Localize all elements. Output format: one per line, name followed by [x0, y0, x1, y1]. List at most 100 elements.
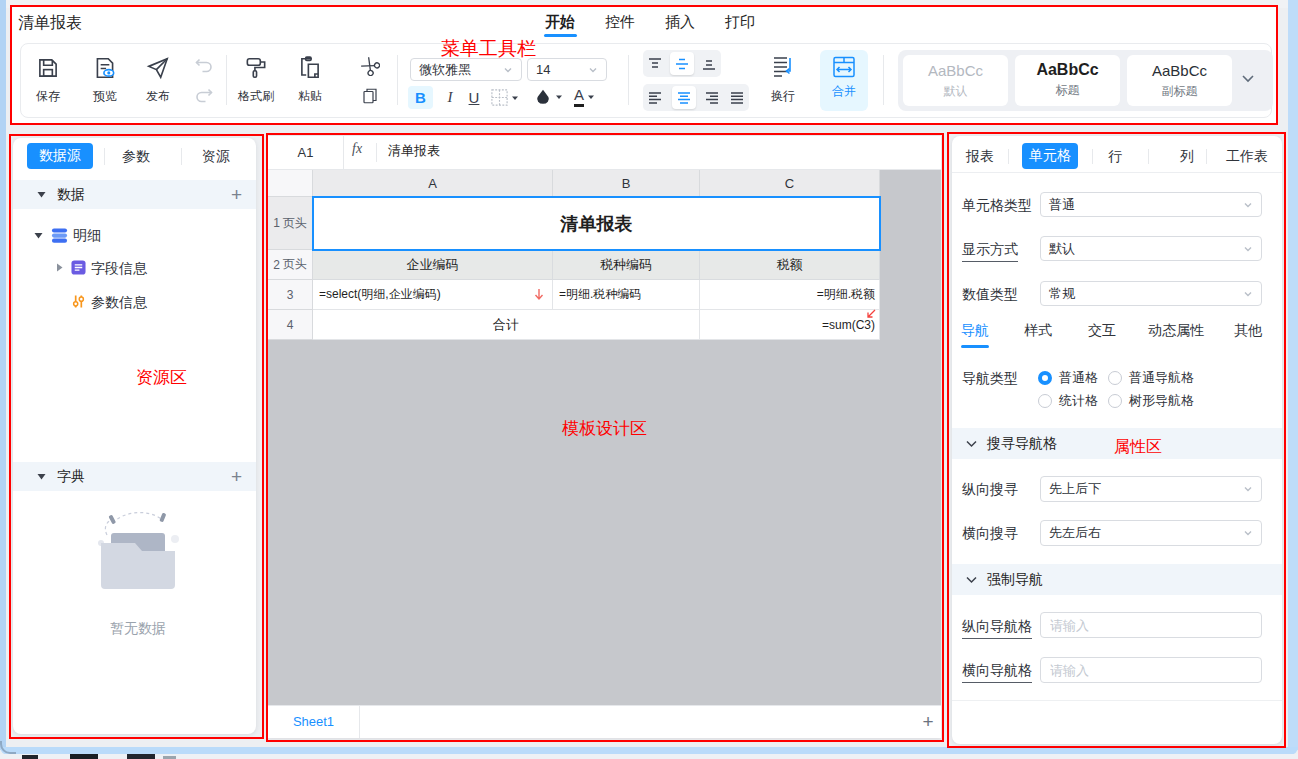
radio-normal-nav-cell[interactable]: 普通导航格	[1108, 369, 1194, 387]
valign-bottom-icon[interactable]	[701, 56, 717, 72]
bold-button[interactable]: B	[408, 86, 433, 109]
cut-button[interactable]	[360, 56, 380, 80]
halign-center-selected[interactable]	[672, 86, 696, 109]
format-painter-button[interactable]: 格式刷	[233, 55, 279, 105]
format-painter-icon	[243, 55, 269, 81]
subtab-nav[interactable]: 导航	[961, 322, 989, 340]
valign-middle-selected[interactable]	[670, 52, 694, 75]
display-mode-select[interactable]: 默认	[1040, 236, 1262, 261]
cell-c2[interactable]: 税额	[700, 250, 880, 280]
tab-insert[interactable]: 插入	[665, 13, 695, 32]
caret-down-icon	[511, 94, 519, 102]
tree-node-field-info[interactable]: 字段信息	[0, 256, 256, 280]
save-button[interactable]: 保存	[26, 55, 70, 105]
copy-icon	[361, 86, 379, 106]
undo-button[interactable]	[194, 57, 214, 79]
wrap-button[interactable]: 换行	[761, 53, 805, 105]
col-header-a[interactable]: A	[313, 170, 553, 197]
copy-button[interactable]	[361, 86, 379, 110]
cell-type-select[interactable]: 普通	[1040, 192, 1262, 217]
radio-off-icon	[1108, 371, 1122, 385]
style-title[interactable]: AaBbCc 标题	[1015, 55, 1120, 106]
subtab-style[interactable]: 样式	[1024, 322, 1052, 340]
caret-down-icon	[587, 93, 595, 101]
subtab-dynamic[interactable]: 动态属性	[1148, 322, 1204, 340]
add-sheet-button[interactable]: +	[915, 705, 941, 738]
value-type-select[interactable]: 常规	[1040, 281, 1262, 306]
right-tab-cell[interactable]: 单元格	[1022, 143, 1078, 169]
font-size-select[interactable]: 14	[527, 58, 607, 81]
formula-separator	[376, 143, 377, 162]
name-box[interactable]: A1	[268, 136, 344, 169]
grid-corner[interactable]	[268, 170, 313, 197]
tree-node-detail[interactable]: 明细	[0, 224, 256, 248]
subtab-interact[interactable]: 交互	[1088, 322, 1116, 340]
sheet-tab[interactable]: Sheet1	[268, 705, 360, 738]
paste-button[interactable]: 粘贴	[288, 55, 332, 105]
valign-top-icon[interactable]	[647, 56, 663, 72]
radio-tree-nav-cell[interactable]: 树形导航格	[1108, 392, 1194, 410]
cell-a4[interactable]: 合计	[313, 310, 700, 340]
radio-stat-cell[interactable]: 统计格	[1038, 392, 1098, 410]
cell-a2[interactable]: 企业编码	[313, 250, 553, 280]
style-subtitle-sample: AaBbCc	[1127, 62, 1232, 79]
style-subtitle[interactable]: AaBbCc 副标题	[1127, 55, 1232, 106]
border-button[interactable]	[490, 88, 519, 107]
fill-color-button[interactable]	[534, 88, 563, 106]
publish-button[interactable]: 发布	[136, 55, 180, 105]
chevron-down-icon	[1243, 200, 1253, 210]
halign-justify-icon[interactable]	[729, 90, 745, 106]
tab-print[interactable]: 打印	[725, 13, 755, 32]
formula-input[interactable]: 清单报表	[388, 142, 440, 160]
cell-c4[interactable]: =sum(C3)	[700, 310, 880, 340]
tab-home[interactable]: 开始	[545, 13, 575, 32]
redo-button[interactable]	[194, 87, 214, 109]
left-tab-datasource[interactable]: 数据源	[27, 143, 93, 169]
right-tab-col[interactable]: 列	[1180, 148, 1194, 166]
row-header-4[interactable]: 4	[268, 310, 313, 340]
cell-b3[interactable]: =明细.税种编码	[553, 280, 700, 310]
col-header-b[interactable]: B	[553, 170, 700, 197]
valign-group	[643, 50, 721, 77]
row-header-3[interactable]: 3	[268, 280, 313, 310]
cell-a3[interactable]: =select(明细,企业编码)	[313, 280, 553, 310]
add-data-button[interactable]: +	[231, 185, 242, 204]
subtab-other[interactable]: 其他	[1234, 322, 1262, 340]
field-direction-down-icon	[534, 288, 544, 301]
row-header-1[interactable]: 1页头	[268, 197, 313, 250]
right-tab-report[interactable]: 报表	[966, 148, 994, 166]
left-tab-params[interactable]: 参数	[122, 148, 150, 166]
style-gallery-expand-button[interactable]	[1240, 72, 1256, 86]
col-header-c[interactable]: C	[700, 170, 880, 197]
data-section-header[interactable]: 数据 +	[13, 180, 256, 209]
force-nav-section-header[interactable]: 强制导航	[952, 564, 1282, 595]
right-tab-row[interactable]: 行	[1108, 148, 1122, 166]
tree-node-param-info-label: 参数信息	[91, 294, 147, 312]
data-section-title: 数据	[57, 186, 85, 204]
radio-normal-cell[interactable]: 普通格	[1038, 369, 1098, 387]
italic-button[interactable]: I	[439, 86, 461, 109]
left-tab-resources[interactable]: 资源	[202, 148, 230, 166]
ribbon-separator-4	[883, 55, 884, 105]
row-header-2[interactable]: 2页头	[268, 250, 313, 280]
halign-left-icon[interactable]	[647, 90, 663, 106]
tab-widgets[interactable]: 控件	[605, 13, 635, 32]
underline-button[interactable]: U	[463, 86, 485, 109]
v-search-select[interactable]: 先上后下	[1040, 476, 1262, 502]
cell-b2[interactable]: 税种编码	[553, 250, 700, 280]
preview-button[interactable]: 预览	[83, 55, 127, 105]
cell-c3[interactable]: =明细.税额	[700, 280, 880, 310]
style-title-sample: AaBbCc	[1015, 61, 1120, 79]
add-dict-button[interactable]: +	[231, 467, 242, 486]
taskbar-fragment-1	[22, 755, 38, 759]
tree-node-param-info[interactable]: 参数信息	[0, 290, 256, 314]
halign-right-icon[interactable]	[704, 90, 720, 106]
v-nav-cell-input[interactable]	[1040, 612, 1262, 638]
merge-button[interactable]: 合并	[820, 50, 868, 111]
h-search-select[interactable]: 先左后右	[1040, 520, 1262, 546]
h-nav-cell-input[interactable]	[1040, 657, 1262, 683]
dict-section-header[interactable]: 字典 +	[13, 462, 256, 491]
font-color-button[interactable]: A	[574, 86, 595, 107]
style-default[interactable]: AaBbCc 默认	[903, 55, 1008, 106]
right-tab-worksheet[interactable]: 工作表	[1226, 148, 1268, 166]
